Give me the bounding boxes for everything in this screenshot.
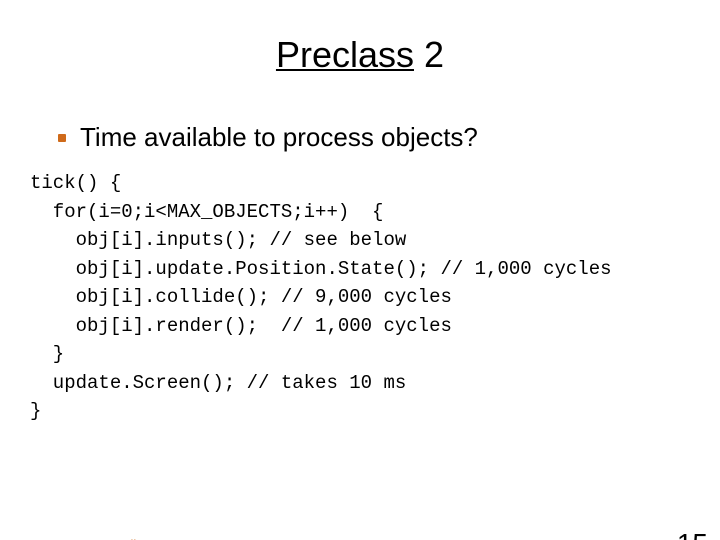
bullet-text: Time available to process objects? — [80, 122, 478, 153]
title-suffix: 2 — [414, 34, 444, 75]
slide-title: Preclass 2 — [0, 34, 720, 76]
bullet-dot-icon — [58, 134, 66, 142]
page-number: 15 — [677, 528, 708, 540]
code-block: tick() { for(i=0;i<MAX_OBJECTS;i++) { ob… — [30, 169, 720, 426]
slide: Preclass 2 Time available to process obj… — [0, 34, 720, 540]
bullet-item: Time available to process objects? — [58, 122, 720, 153]
bullet-area: Time available to process objects? — [58, 122, 720, 153]
title-word-underlined: Preclass — [276, 34, 414, 75]
